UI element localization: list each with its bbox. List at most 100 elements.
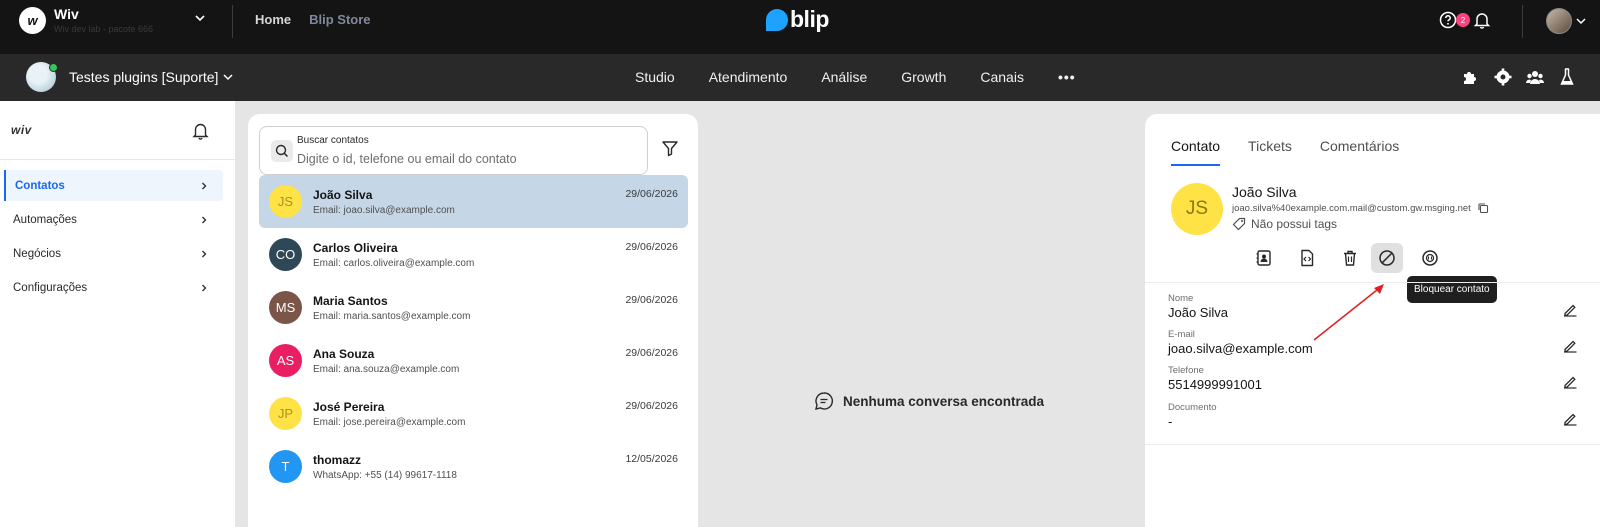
contact-date: 29/06/2026 <box>625 347 678 359</box>
empty-conversation: Nenhuma conversa encontrada <box>814 391 1044 411</box>
contact-detail: Email: jose.pereira@example.com <box>313 417 466 428</box>
contact-date: 29/06/2026 <box>625 400 678 412</box>
filter-icon[interactable] <box>661 139 679 157</box>
sidebar-item-automacoes[interactable]: Automações <box>4 204 223 235</box>
contact-row[interactable]: MS Maria Santos Email: maria.santos@exam… <box>259 281 688 334</box>
nav-growth[interactable]: Growth <box>901 69 946 85</box>
pencil-icon[interactable] <box>1562 337 1578 353</box>
user-avatar[interactable] <box>1546 8 1572 34</box>
more-horizontal-icon[interactable]: ••• <box>1058 69 1076 85</box>
nav-blip-store[interactable]: Blip Store <box>309 12 370 27</box>
chevron-right-icon <box>202 250 207 257</box>
contact-date: 29/06/2026 <box>625 294 678 306</box>
contact-detail: WhatsApp: +55 (14) 99617-1118 <box>313 470 457 481</box>
tab-tickets[interactable]: Tickets <box>1248 138 1292 154</box>
wiv-logo: wiv <box>11 123 32 137</box>
divider <box>232 5 233 38</box>
pencil-icon[interactable] <box>1562 301 1578 317</box>
contact-avatar: JS <box>1171 183 1223 235</box>
contact-name: Ana Souza <box>313 347 375 361</box>
sidebar-item-negocios[interactable]: Negócios <box>4 238 223 269</box>
search-input[interactable]: Digite o id, telefone ou email do contat… <box>297 152 517 166</box>
search-contacts-field[interactable]: Buscar contatos Digite o id, telefone ou… <box>259 126 648 175</box>
pencil-icon[interactable] <box>1562 410 1578 426</box>
contact-row[interactable]: JS João Silva Email: joao.silva@example.… <box>259 175 688 228</box>
org-subtitle: Wiv dev lab - pacote 666 <box>54 24 154 34</box>
field-label: Documento <box>1168 402 1217 413</box>
help-icon[interactable] <box>1439 11 1457 29</box>
contact-avatar: T <box>269 450 302 483</box>
divider <box>1522 5 1523 38</box>
nav-studio[interactable]: Studio <box>635 69 675 85</box>
chevron-right-icon <box>202 182 207 189</box>
contact-avatar: JS <box>269 185 302 218</box>
contact-avatar: AS <box>269 344 302 377</box>
contact-name: Carlos Oliveira <box>313 241 398 255</box>
blip-logo[interactable]: blip <box>766 6 829 33</box>
sidebar-item-label: Contatos <box>15 179 65 192</box>
contact-tags[interactable]: Não possui tags <box>1232 217 1337 231</box>
contacts-panel: Buscar contatos Digite o id, telefone ou… <box>248 114 698 527</box>
org-switcher[interactable]: w Wiv Wiv dev lab - pacote 666 <box>19 6 153 34</box>
chevron-right-icon <box>202 216 207 223</box>
bot-name: Testes plugins [Suporte] <box>69 69 219 85</box>
details-tabs: Contato Tickets Comentários <box>1171 138 1399 166</box>
sidebar-item-label: Automações <box>13 213 77 226</box>
contact-avatar: CO <box>269 238 302 271</box>
trash-icon[interactable] <box>1334 243 1366 273</box>
bot-selector[interactable]: Testes plugins [Suporte] <box>69 69 234 85</box>
tab-contato[interactable]: Contato <box>1171 138 1221 166</box>
sidebar: wiv Contatos Automações Negócios Configu… <box>0 101 235 527</box>
contact-avatar: JP <box>269 397 302 430</box>
divider <box>1145 444 1600 445</box>
contact-row[interactable]: CO Carlos Oliveira Email: carlos.oliveir… <box>259 228 688 281</box>
field-telefone: Telefone 5514999991001 <box>1168 365 1578 392</box>
contact-name: José Pereira <box>313 400 385 414</box>
notification-badge: 2 <box>1456 13 1470 27</box>
field-documento: Documento - <box>1168 402 1578 429</box>
tag-icon <box>1232 217 1246 231</box>
field-value: - <box>1168 414 1173 429</box>
contact-row[interactable]: JP José Pereira Email: jose.pereira@exam… <box>259 387 688 440</box>
chevron-down-icon[interactable] <box>1575 15 1587 27</box>
contact-date: 12/05/2026 <box>625 453 678 465</box>
bell-icon[interactable] <box>1473 11 1491 29</box>
field-value: 5514999991001 <box>1168 377 1262 392</box>
top-bar: w Wiv Wiv dev lab - pacote 666 Home Blip… <box>0 0 1600 54</box>
nav-analise[interactable]: Análise <box>821 69 867 85</box>
contact-row[interactable]: T thomazz WhatsApp: +55 (14) 99617-1118 … <box>259 440 688 493</box>
copy-icon[interactable] <box>1477 202 1489 214</box>
contact-avatar: MS <box>269 291 302 324</box>
org-name: Wiv <box>54 6 79 22</box>
contact-name: Maria Santos <box>313 294 388 308</box>
bot-nav: Studio Atendimento Análise Growth Canais… <box>635 69 1110 85</box>
top-nav: Home Blip Store <box>255 12 371 27</box>
code-file-icon[interactable] <box>1291 243 1323 273</box>
bot-bar: Testes plugins [Suporte] Studio Atendime… <box>0 54 1600 101</box>
blip-bubble-icon <box>766 8 788 31</box>
bell-icon[interactable] <box>191 121 210 140</box>
pencil-icon[interactable] <box>1562 373 1578 389</box>
flask-icon[interactable] <box>1558 68 1576 86</box>
sidebar-item-label: Configurações <box>13 281 88 294</box>
contact-identity: joao.silva%40example.com.mail@custom.gw.… <box>1232 202 1489 214</box>
contact-row[interactable]: AS Ana Souza Email: ana.souza@example.co… <box>259 334 688 387</box>
team-icon[interactable] <box>1526 68 1544 86</box>
nav-home[interactable]: Home <box>255 12 291 27</box>
org-logo: w <box>19 6 46 34</box>
gear-icon[interactable] <box>1494 68 1512 86</box>
contact-card-icon[interactable] <box>1248 243 1280 273</box>
nav-canais[interactable]: Canais <box>980 69 1024 85</box>
tab-comentarios[interactable]: Comentários <box>1320 138 1399 154</box>
empty-message: Nenhuma conversa encontrada <box>843 393 1045 409</box>
puzzle-icon[interactable] <box>1461 68 1479 86</box>
contact-name: João Silva <box>1232 184 1297 200</box>
sidebar-item-configuracoes[interactable]: Configurações <box>4 272 223 303</box>
sidebar-item-contatos[interactable]: Contatos <box>4 170 223 201</box>
chevron-down-icon[interactable] <box>193 11 207 25</box>
sidebar-item-label: Negócios <box>13 247 61 260</box>
sticker-icon[interactable] <box>1414 243 1446 273</box>
nav-atendimento[interactable]: Atendimento <box>709 69 788 85</box>
block-icon[interactable] <box>1371 243 1403 273</box>
identity-text: joao.silva%40example.com.mail@custom.gw.… <box>1232 202 1471 214</box>
